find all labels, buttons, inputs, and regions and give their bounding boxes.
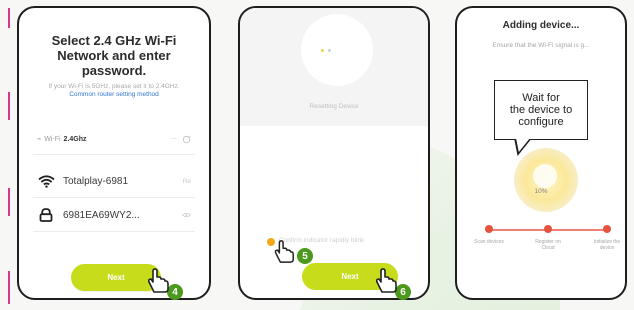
phone-screen-reset: Resetting Device Confirm indicator rapid…: [238, 6, 430, 300]
step-dot: [544, 225, 552, 233]
router-setting-link[interactable]: Common router setting method: [69, 91, 159, 98]
progress-percent: 10%: [534, 188, 548, 195]
step-badge-5: 5: [297, 248, 313, 264]
callout-line: the device to: [509, 104, 573, 116]
step-label: Scan devices: [474, 239, 504, 245]
password-value: 6981EA69WY2...: [63, 209, 140, 221]
indicator-dot: [321, 49, 324, 52]
wifi-label: Wi-Fi: [44, 135, 61, 143]
title-line: Select 2.4 GHz Wi-Fi: [51, 33, 177, 48]
adding-title: Adding device...: [502, 20, 580, 31]
title-line: Network and enter: [57, 48, 171, 63]
divider: [33, 197, 195, 198]
left-guide-mark: [8, 8, 10, 28]
left-guide-mark: [8, 188, 10, 216]
title-line: password.: [81, 63, 147, 78]
phone-screen-adding: Adding device... Ensure that the Wi-Fi s…: [455, 6, 627, 300]
step-label: Initialize the device: [593, 239, 621, 251]
wifi-prefix-icon: ⌁: [37, 136, 42, 143]
hand-cursor-icon: [373, 266, 399, 299]
network-field[interactable]: Totalplay-6981 Re: [37, 171, 191, 191]
progress-center: [533, 164, 557, 188]
adding-subtitle: Ensure that the Wi-Fi signal is g...: [492, 42, 590, 49]
callout-line: Wait for: [522, 92, 560, 104]
phone-screen-wifi: Select 2.4 GHz Wi-Fi Network and enter p…: [17, 6, 211, 300]
hand-cursor-icon: [145, 266, 171, 299]
left-guide-mark: [8, 92, 10, 120]
password-field[interactable]: 6981EA69WY2...: [37, 205, 191, 225]
divider: [33, 154, 195, 155]
reset-caption: Resetting Device: [309, 103, 359, 110]
refresh-icon[interactable]: [182, 135, 191, 144]
wifi-icon: [37, 174, 55, 188]
step-dot: [603, 225, 611, 233]
indicator-dot: [328, 49, 331, 52]
step-label: Register on Cloud: [535, 239, 561, 251]
callout-line: configure: [518, 116, 564, 128]
device-preview-circle: [301, 14, 373, 86]
eye-icon[interactable]: [182, 212, 191, 218]
wifi-band: 2.4Ghz: [63, 135, 87, 143]
wifi-status-icons: ⋯: [170, 136, 178, 143]
network-name: Totalplay-6981: [63, 175, 129, 187]
hand-cursor-icon: [272, 238, 296, 269]
step-dot: [485, 225, 493, 233]
wifi-note: If your Wi-Fi is 5GHz, please set it to …: [48, 83, 180, 98]
network-switch-text[interactable]: Re: [183, 178, 191, 185]
wait-callout: Wait for the device to configure: [494, 80, 588, 140]
page-title: Select 2.4 GHz Wi-Fi Network and enter p…: [31, 33, 197, 78]
divider: [33, 231, 195, 232]
left-guide-mark: [8, 271, 10, 304]
lock-icon: [37, 208, 55, 222]
wifi-band-row: ⌁ Wi-Fi 2.4Ghz ⋯: [37, 131, 191, 147]
